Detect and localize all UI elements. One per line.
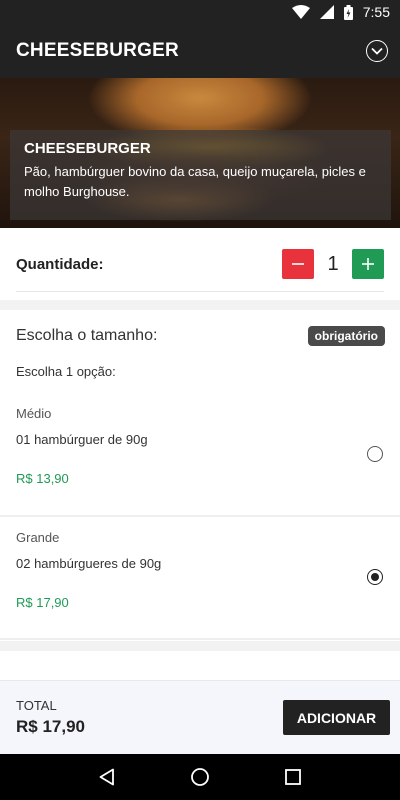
product-name: CHEESEBURGER xyxy=(24,140,151,157)
option-price: R$ 13,90 xyxy=(16,471,69,486)
signal-icon xyxy=(319,5,334,19)
back-icon[interactable] xyxy=(92,762,122,792)
add-to-cart-button[interactable]: ADICIONAR xyxy=(283,700,390,735)
recents-icon[interactable] xyxy=(278,762,308,792)
radio-medio[interactable] xyxy=(367,446,383,462)
product-description: Pão, hambúrguer bovino da casa, queijo m… xyxy=(24,164,366,199)
total-bar: TOTAL R$ 17,90 ADICIONAR xyxy=(0,680,400,754)
minus-icon xyxy=(292,263,304,265)
status-bar: 7:55 xyxy=(0,0,400,24)
increase-quantity-button[interactable] xyxy=(352,249,384,279)
wifi-icon xyxy=(291,5,310,19)
option-divider xyxy=(0,638,400,640)
option-divider xyxy=(0,515,400,517)
size-section-title: Escolha o tamanho: xyxy=(16,327,158,344)
size-options-card: Escolha o tamanho: obrigatório Escolha 1… xyxy=(0,310,400,641)
system-nav-bar xyxy=(0,754,400,800)
size-option-medio[interactable]: Médio 01 hambúrguer de 90g R$ 13,90 xyxy=(0,406,400,486)
quantity-value: 1 xyxy=(327,252,339,275)
app-bar: CHEESEBURGER xyxy=(0,24,400,78)
size-option-grande[interactable]: Grande 02 hambúrgueres de 90g R$ 17,90 xyxy=(0,530,400,610)
size-section-subtitle: Escolha 1 opção: xyxy=(16,364,116,379)
option-price: R$ 17,90 xyxy=(16,595,69,610)
total-label: TOTAL xyxy=(16,698,57,713)
chevron-down-circle-icon[interactable] xyxy=(366,40,388,62)
option-description: 02 hambúrgueres de 90g xyxy=(16,556,162,571)
required-badge: obrigatório xyxy=(307,326,385,346)
decrease-quantity-button[interactable] xyxy=(282,249,314,279)
radio-grande[interactable] xyxy=(367,569,383,585)
status-time: 7:55 xyxy=(362,4,390,20)
option-name: Médio xyxy=(16,406,52,421)
option-name: Grande xyxy=(16,530,60,545)
product-hero-image: CHEESEBURGER Pão, hambúrguer bovino da c… xyxy=(0,78,400,228)
page-title: CHEESEBURGER xyxy=(16,40,179,61)
plus-icon xyxy=(362,258,374,270)
total-value: R$ 17,90 xyxy=(16,717,85,736)
quantity-card: Quantidade: 1 xyxy=(0,228,400,300)
product-info-overlay: CHEESEBURGER Pão, hambúrguer bovino da c… xyxy=(10,130,391,220)
quantity-label: Quantidade: xyxy=(16,255,104,273)
battery-icon xyxy=(343,4,353,20)
home-icon[interactable] xyxy=(185,762,215,792)
option-description: 01 hambúrguer de 90g xyxy=(16,432,148,447)
